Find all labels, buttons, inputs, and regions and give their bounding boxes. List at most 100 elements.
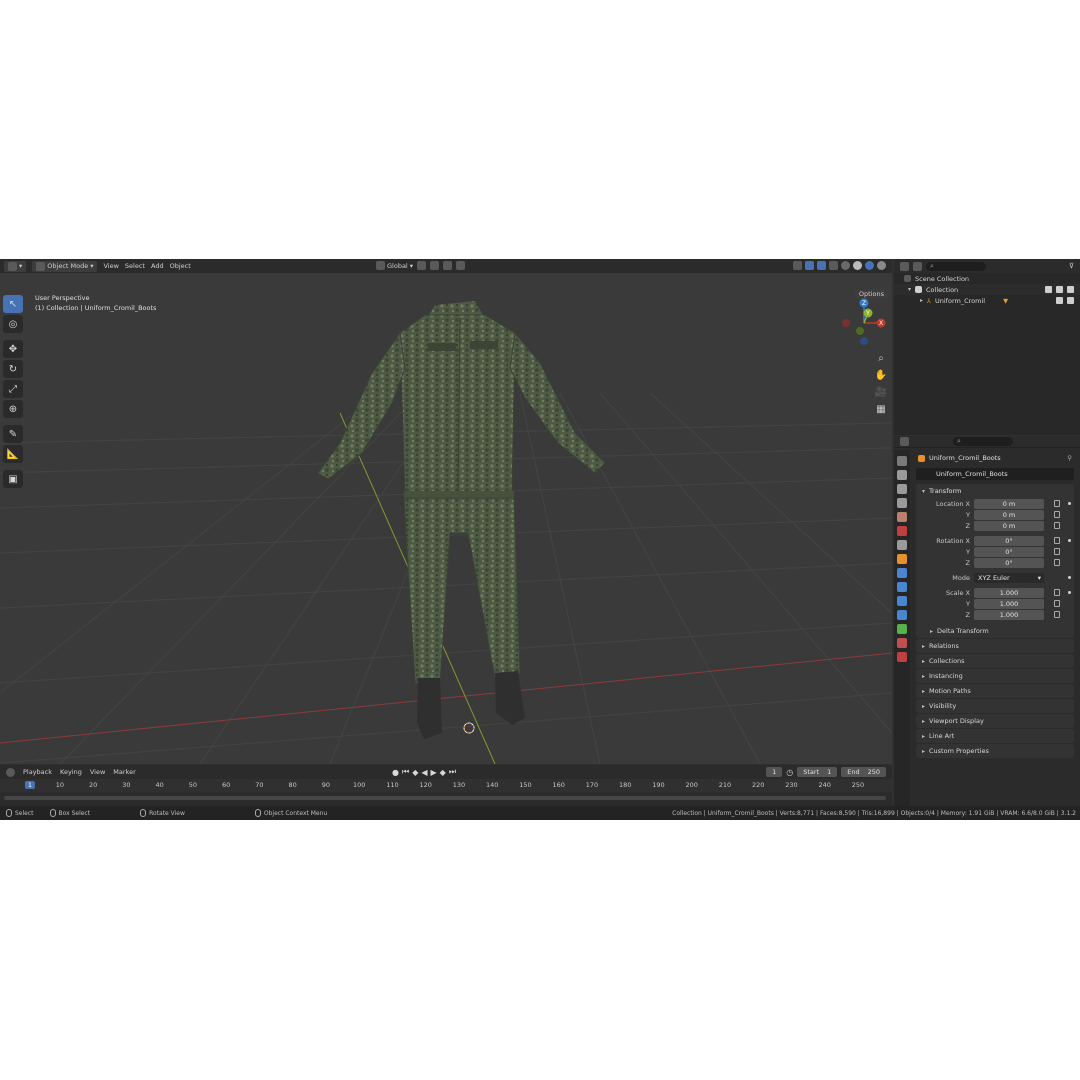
lock-icon[interactable] xyxy=(1054,500,1060,507)
lock-icon[interactable] xyxy=(1054,600,1060,607)
lock-icon[interactable] xyxy=(1054,548,1060,555)
jump-end-icon[interactable]: ⏭ xyxy=(449,767,456,777)
grid-view-icon[interactable]: ▦ xyxy=(874,404,888,415)
visibility-panel[interactable]: ▸ Visibility xyxy=(916,699,1074,713)
next-keyframe-icon[interactable]: ◆ xyxy=(440,768,446,777)
location-z-field[interactable]: 0 m xyxy=(974,520,1044,531)
object-camera-icon[interactable] xyxy=(1067,297,1074,304)
record-icon[interactable]: ● xyxy=(392,768,399,777)
world-tab-icon[interactable] xyxy=(897,526,907,536)
delta-transform-panel[interactable]: ▸ Delta Transform xyxy=(916,624,1074,638)
material-tab-icon[interactable] xyxy=(897,638,907,648)
object-tab-icon[interactable] xyxy=(897,554,907,564)
editor-type-button[interactable]: ▾ xyxy=(4,260,27,272)
navigation-gizmo[interactable]: Z X Y xyxy=(838,295,890,347)
data-tab-icon[interactable] xyxy=(897,624,907,634)
pan-hand-icon[interactable]: ✋ xyxy=(874,370,888,381)
lock-icon[interactable] xyxy=(1054,537,1060,544)
rotation-mode-dropdown[interactable]: XYZ Euler ▾ xyxy=(974,572,1044,583)
move-tool[interactable]: ✥ xyxy=(3,340,23,358)
proportional-edit-icon[interactable] xyxy=(456,261,466,270)
physics-tab-icon[interactable] xyxy=(897,596,907,606)
rotation-y-field[interactable]: 0° xyxy=(974,546,1044,557)
zoom-icon[interactable]: ⌕ xyxy=(874,353,888,364)
checkbox-icon[interactable] xyxy=(1045,286,1052,293)
display-mode-icon[interactable] xyxy=(913,261,922,271)
viewport-display-panel[interactable]: ▸ Viewport Display xyxy=(916,714,1074,728)
rendered-shading-icon[interactable] xyxy=(877,261,886,270)
collections-panel[interactable]: ▸ Collections xyxy=(916,654,1074,668)
instancing-panel[interactable]: ▸ Instancing xyxy=(916,669,1074,683)
view-layer-tab-icon[interactable] xyxy=(897,498,907,508)
lock-icon[interactable] xyxy=(1054,611,1060,618)
material-shading-icon[interactable] xyxy=(865,261,874,270)
visibility-icon[interactable] xyxy=(793,261,802,270)
menu-keying[interactable]: Keying xyxy=(60,768,82,776)
menu-select[interactable]: Select xyxy=(125,262,145,270)
transform-tool[interactable]: ⊕ xyxy=(3,400,23,418)
add-cube-tool[interactable]: ▣ xyxy=(3,470,23,488)
collapse-chevron-icon[interactable]: ▸ xyxy=(920,297,923,304)
eye-icon[interactable] xyxy=(1056,286,1063,293)
camera-icon[interactable]: 🎥 xyxy=(874,387,888,398)
prev-keyframe-icon[interactable]: ◆ xyxy=(412,768,418,777)
menu-timeline-view[interactable]: View xyxy=(90,768,105,776)
cursor-tool[interactable]: ◎ xyxy=(3,315,23,333)
keyframe-dot-icon[interactable] xyxy=(1068,591,1071,594)
properties-editor-icon[interactable] xyxy=(900,437,909,446)
scale-x-field[interactable]: 1.000 xyxy=(974,587,1044,598)
constraints-tab-icon[interactable] xyxy=(897,610,907,620)
lock-icon[interactable] xyxy=(1054,511,1060,518)
outliner-editor-icon[interactable] xyxy=(900,261,909,271)
keyframe-dot-icon[interactable] xyxy=(1068,576,1071,579)
location-y-field[interactable]: 0 m xyxy=(974,509,1044,520)
play-reverse-icon[interactable]: ◀ xyxy=(421,768,427,777)
keyframe-dot-icon[interactable] xyxy=(1068,502,1071,505)
collection-tab-icon[interactable] xyxy=(897,540,907,550)
scene-tab-icon[interactable] xyxy=(897,512,907,522)
lock-icon[interactable] xyxy=(1054,589,1060,596)
timeline-editor-icon[interactable] xyxy=(6,767,15,777)
select-box-tool[interactable]: ↖ xyxy=(3,295,23,313)
object-name-field[interactable]: Uniform_Cromil_Boots xyxy=(916,468,1074,480)
annotate-tool[interactable]: ✎ xyxy=(3,425,23,443)
scale-z-field[interactable]: 1.000 xyxy=(974,609,1044,620)
location-x-field[interactable]: 0 m xyxy=(974,498,1044,509)
gizmo-icon[interactable] xyxy=(805,261,814,270)
pivot-icon[interactable] xyxy=(417,261,427,270)
custom-properties-panel[interactable]: ▸ Custom Properties xyxy=(916,744,1074,758)
mode-dropdown[interactable]: Object Mode ▾ xyxy=(32,260,98,272)
keyframe-dot-icon[interactable] xyxy=(1068,539,1071,542)
menu-add[interactable]: Add xyxy=(151,262,164,270)
end-frame-field[interactable]: End 250 xyxy=(841,767,886,777)
3d-viewport[interactable]: User Perspective (1) Collection | Unifor… xyxy=(0,273,892,764)
object-eye-icon[interactable] xyxy=(1056,297,1063,304)
render-tab-icon[interactable] xyxy=(897,470,907,480)
pin-icon[interactable]: ⚲ xyxy=(1067,454,1072,462)
start-frame-field[interactable]: Start 1 xyxy=(797,767,838,777)
timeline-scrollbar[interactable] xyxy=(4,796,886,800)
texture-tab-icon[interactable] xyxy=(897,652,907,662)
outliner-search-input[interactable]: ⌕ xyxy=(926,261,986,271)
snap-target-icon[interactable] xyxy=(443,261,453,270)
scale-y-field[interactable]: 1.000 xyxy=(974,598,1044,609)
outliner-row-object[interactable]: ▸ ⅄ Uniform_Cromil ▼ xyxy=(894,295,1080,306)
scale-tool[interactable]: ⤢ xyxy=(3,380,23,398)
outliner-row-collection[interactable]: ▾ Collection xyxy=(894,284,1080,295)
current-frame-field[interactable]: 1 xyxy=(766,767,783,777)
play-icon[interactable]: ▶ xyxy=(431,768,437,777)
solid-shading-icon[interactable] xyxy=(853,261,862,270)
outliner-row-scene-collection[interactable]: Scene Collection xyxy=(894,273,1080,284)
relations-panel[interactable]: ▸ Relations xyxy=(916,639,1074,653)
particles-tab-icon[interactable] xyxy=(897,582,907,592)
filter-icon[interactable]: ⊽ xyxy=(1069,262,1074,270)
xray-icon[interactable] xyxy=(829,261,838,270)
line-art-panel[interactable]: ▸ Line Art xyxy=(916,729,1074,743)
uniform-model[interactable] xyxy=(300,293,620,743)
jump-start-icon[interactable]: ⏮ xyxy=(402,767,409,777)
lock-icon[interactable] xyxy=(1054,559,1060,566)
menu-playback[interactable]: Playback xyxy=(23,768,52,776)
wireframe-shading-icon[interactable] xyxy=(841,261,850,270)
output-tab-icon[interactable] xyxy=(897,484,907,494)
menu-marker[interactable]: Marker xyxy=(113,768,135,776)
